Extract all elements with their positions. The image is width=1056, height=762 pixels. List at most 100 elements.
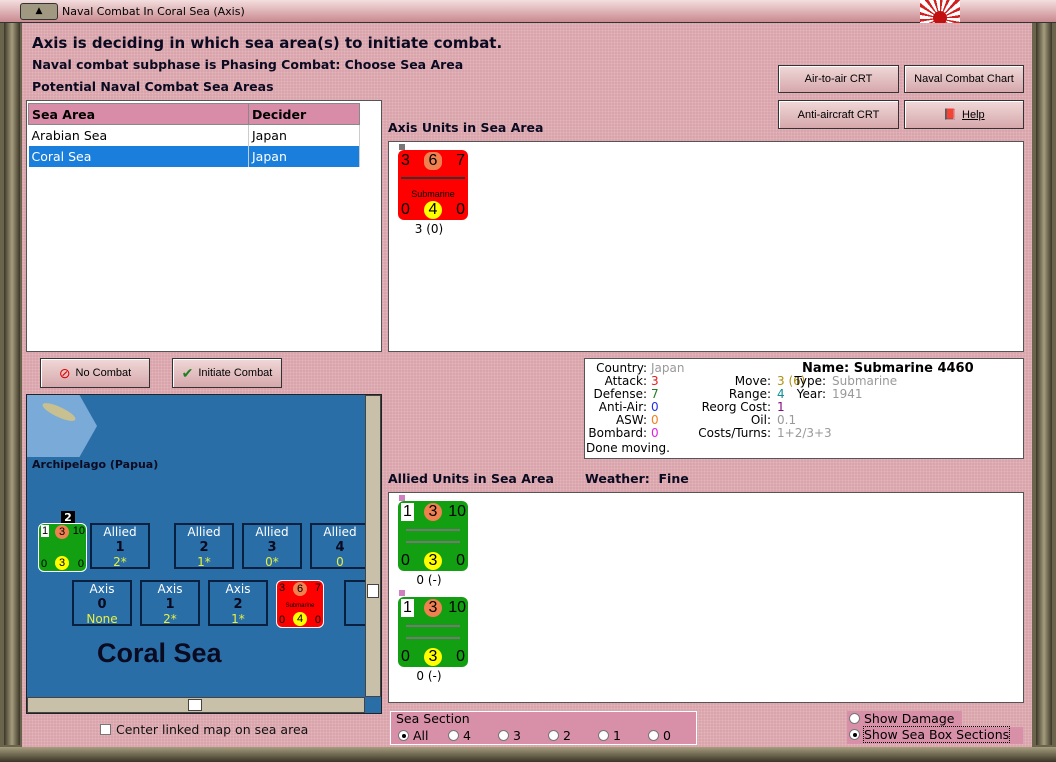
info-year: 1941 [832, 387, 863, 401]
value: 0 [41, 558, 48, 570]
info-country: Japan [651, 361, 685, 375]
value: 0 [401, 552, 410, 569]
radio-2[interactable]: 2 [548, 728, 598, 743]
col-decider[interactable]: Decider [248, 103, 360, 125]
info-defense: 7 [651, 387, 659, 401]
info-key: Bombard: [588, 426, 647, 440]
radio-label: Show Damage [864, 711, 955, 726]
box-value: 0 [336, 555, 344, 569]
subphase-text: Naval combat subphase is Phasing Combat:… [32, 57, 464, 72]
sea-box-axis-2[interactable]: Axis 2 1* [208, 580, 268, 626]
group-label: Sea Section [396, 711, 470, 726]
map-horizontal-scrollbar[interactable] [27, 697, 365, 713]
allied-unit-counter[interactable]: 1 3 10 0 3 0 [398, 597, 468, 667]
box-number: 2 [233, 597, 243, 612]
sea-box-axis-0[interactable]: Axis 0 None [72, 580, 132, 626]
table-row[interactable]: Arabian Sea Japan [28, 124, 360, 146]
allied-units-panel: 1 3 10 0 3 0 0 (-) 1 3 10 0 3 0 0 (-) [388, 492, 1024, 703]
button-label: Anti-aircraft CRT [797, 108, 880, 121]
value: 3 [424, 648, 442, 666]
radio-1[interactable]: 1 [598, 728, 648, 743]
sea-box-axis-1[interactable]: Axis 1 2* [140, 580, 200, 626]
checkbox-label: Center linked map on sea area [116, 722, 309, 737]
asw-value: 4 [424, 201, 442, 219]
map-submarine-counter[interactable]: 3 6 7 Submarine 0 4 0 [276, 580, 324, 628]
submarine-counter[interactable]: 3 6 7 Submarine 0 4 0 [398, 150, 468, 220]
info-key: Anti-Air: [598, 400, 647, 414]
radio-4[interactable]: 4 [448, 728, 498, 743]
unit-caption: 0 (-) [416, 669, 442, 683]
frame-bottom [0, 747, 1056, 762]
value: 4 [293, 612, 307, 626]
help-button[interactable]: 📕 Help [904, 100, 1024, 129]
box-value: 0* [265, 555, 279, 569]
info-range: 4 [777, 387, 785, 401]
box-value: None [86, 612, 118, 626]
no-combat-button[interactable]: ⊘ No Combat [40, 358, 150, 388]
weather-key: Weather: [585, 471, 650, 486]
radio-0[interactable]: 0 [648, 728, 698, 743]
sea-box-allied-2[interactable]: Allied 2 1* [174, 523, 234, 569]
sea-box-allied-3[interactable]: Allied 3 0* [242, 523, 302, 569]
box-number: 0 [97, 597, 107, 612]
anti-aircraft-crt-button[interactable]: Anti-aircraft CRT [778, 100, 899, 129]
sea-section-radios: All 4 3 2 1 0 [398, 728, 698, 743]
aa-value: 0 [401, 201, 410, 218]
allied-stack-counter[interactable]: 1 3 10 0 3 0 [38, 523, 87, 572]
value: 0 [279, 614, 286, 626]
box-label: Axis [89, 582, 115, 596]
move-value: 6 [424, 152, 442, 170]
value: 3 [424, 552, 442, 570]
value: 1 [401, 503, 414, 521]
linked-map[interactable]: Archipelago (Papua) 2 1 3 10 0 3 0 Allie… [26, 394, 382, 714]
unit-info-panel: Country: Japan Attack: 3 Defense: 7 Anti-Ai… [584, 358, 1024, 459]
decider-cell: Japan [248, 124, 360, 146]
info-status: Done moving. [586, 441, 670, 455]
map-vertical-scrollbar[interactable] [365, 395, 381, 697]
sea-area-table: Sea Area Decider Arabian Sea Japan Coral S… [26, 100, 382, 352]
checkbox[interactable] [100, 724, 111, 735]
scroll-thumb[interactable] [188, 699, 202, 711]
scroll-thumb[interactable] [367, 584, 379, 598]
value: 1 [401, 599, 414, 617]
sea-name-label: Coral Sea [97, 638, 222, 668]
button-label: No Combat [75, 367, 132, 379]
radio-3[interactable]: 3 [498, 728, 548, 743]
no-entry-icon: ⊘ [58, 364, 71, 381]
show-sea-box-sections-radio[interactable]: Show Sea Box Sections [847, 726, 1023, 744]
box-label: Allied [187, 525, 221, 539]
unit-marker-icon [399, 590, 405, 596]
box-number: 4 [335, 540, 345, 555]
box-label: Allied [255, 525, 289, 539]
box-label: Axis [157, 582, 183, 596]
sea-box-allied-4[interactable]: Allied 4 0 [310, 523, 370, 569]
info-bombard: 0 [651, 426, 659, 440]
value: 6 [293, 582, 307, 596]
value: 3 [424, 503, 442, 521]
center-linked-checkbox[interactable]: Center linked map on sea area [100, 722, 308, 737]
sea-box-allied-1[interactable]: Allied 1 2* [90, 523, 150, 569]
naval-combat-chart-button[interactable]: Naval Combat Chart [904, 65, 1024, 93]
unit-type: Submarine [411, 189, 455, 199]
radio-all[interactable]: All [398, 728, 448, 743]
initiate-combat-button[interactable]: ✔ Initiate Combat [172, 358, 282, 388]
title-bar[interactable]: ▲ Naval Combat In Coral Sea (Axis) [0, 0, 1056, 25]
allied-units-label: Allied Units in Sea Area [388, 471, 554, 486]
collapse-button[interactable]: ▲ [20, 3, 58, 20]
value: 0 [401, 648, 410, 665]
info-key: Oil: [750, 413, 771, 427]
info-key: Costs/Turns: [698, 426, 771, 440]
allied-unit-counter[interactable]: 1 3 10 0 3 0 [398, 501, 468, 571]
air-to-air-crt-button[interactable]: Air-to-air CRT [778, 65, 899, 93]
unit-caption: 3 (0) [414, 222, 444, 236]
axis-units-panel: 3 6 7 Submarine 0 4 0 3 (0) [388, 141, 1024, 352]
table-row[interactable]: Coral Sea Japan [28, 145, 360, 167]
info-key: Range: [728, 387, 771, 401]
ship-icon [406, 625, 460, 639]
radio-label: Show Sea Box Sections [862, 726, 1011, 743]
region-label: Archipelago (Papua) [32, 458, 159, 471]
info-costs: 1+2/3+3 [777, 426, 832, 440]
show-damage-radio[interactable]: Show Damage [847, 711, 962, 727]
value: 10 [72, 525, 85, 537]
col-sea-area[interactable]: Sea Area [28, 103, 249, 125]
